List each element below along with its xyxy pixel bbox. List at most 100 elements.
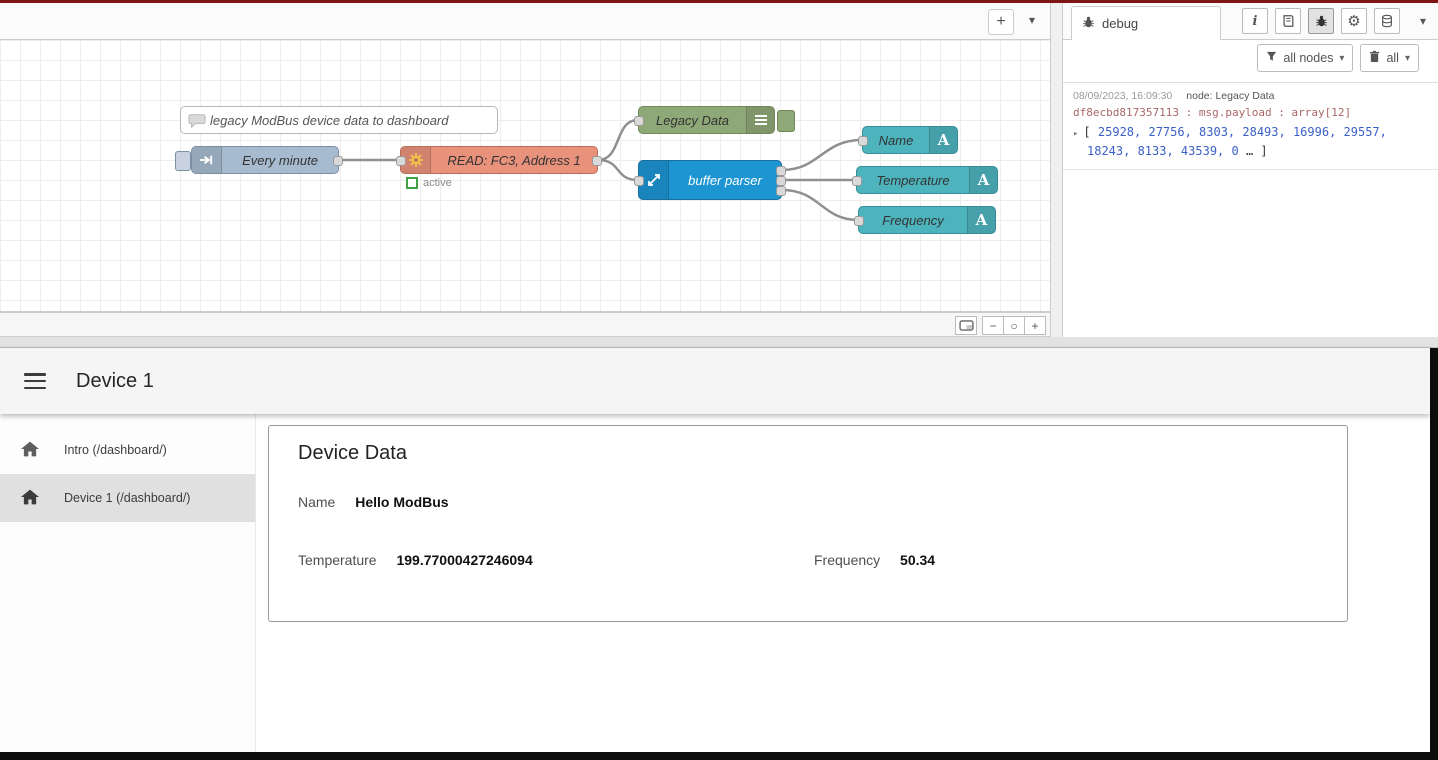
modbus-read-node-label: READ: FC3, Address 1 bbox=[431, 153, 597, 168]
status-text: active bbox=[423, 177, 452, 189]
ui-temperature-input-port[interactable] bbox=[852, 176, 862, 186]
comment-node-label: legacy ModBus device data to dashboard bbox=[206, 113, 497, 128]
navigator-toggle-button[interactable] bbox=[955, 316, 977, 335]
inject-output-port[interactable] bbox=[333, 156, 343, 166]
config-tab-button[interactable]: ⚙ bbox=[1341, 8, 1367, 34]
flow-menu-caret-icon[interactable]: ▾ bbox=[1022, 13, 1042, 27]
dashboard-title: Device 1 bbox=[76, 370, 154, 393]
expand-payload-icon[interactable]: ▸ bbox=[1073, 129, 1078, 139]
help-tab-button[interactable] bbox=[1275, 8, 1301, 34]
sidebar-item-label: Intro (/dashboard/) bbox=[64, 443, 167, 457]
wire bbox=[598, 160, 638, 180]
payload-bracket-close: … ] bbox=[1246, 144, 1268, 158]
ui-text-temperature-node[interactable]: Temperature A bbox=[856, 166, 998, 194]
node-red-screen: + ▾ legacy ModBus device data to dashboa… bbox=[0, 0, 1438, 760]
frequency-field-value: 50.34 bbox=[900, 552, 935, 568]
zoom-in-button[interactable]: + bbox=[1024, 316, 1046, 335]
buffer-parser-node[interactable]: buffer parser bbox=[638, 160, 782, 200]
trash-icon bbox=[1369, 50, 1380, 66]
device-data-card: Device Data Name Hello ModBus Temperatur… bbox=[268, 425, 1348, 622]
status-ring-icon bbox=[406, 177, 418, 189]
text-icon: A bbox=[969, 167, 997, 193]
debug-toolbar: all nodes ▾ all ▾ bbox=[1063, 40, 1438, 76]
chevron-down-icon: ▾ bbox=[1405, 53, 1410, 64]
tab-debug[interactable]: debug bbox=[1071, 6, 1221, 40]
card-title: Device Data bbox=[298, 442, 407, 465]
inject-node-label: Every minute bbox=[222, 153, 338, 168]
debug-message-timestamp: 08/09/2023, 16:09:30 bbox=[1073, 90, 1172, 102]
debug-clear-button[interactable]: all ▾ bbox=[1360, 44, 1419, 72]
dashboard-sidebar: Intro (/dashboard/) Device 1 (/dashboard… bbox=[0, 414, 256, 752]
debug-message-payload[interactable]: ▸[ 25928, 27756, 8303, 28493, 16996, 295… bbox=[1073, 124, 1428, 160]
debug-node[interactable]: Legacy Data bbox=[638, 106, 775, 134]
wire bbox=[598, 120, 638, 160]
home-icon bbox=[20, 488, 40, 509]
zoom-reset-button[interactable]: ○ bbox=[1003, 316, 1025, 335]
comment-node[interactable]: legacy ModBus device data to dashboard bbox=[180, 106, 498, 134]
debug-message[interactable]: 08/09/2023, 16:09:30 node: Legacy Data d… bbox=[1063, 83, 1438, 170]
ui-frequency-input-port[interactable] bbox=[854, 216, 864, 226]
debug-message-path: df8ecbd817357113 : msg.payload : array[1… bbox=[1073, 106, 1428, 119]
buffer-output-port-3[interactable] bbox=[776, 186, 786, 196]
info-tab-button[interactable]: i bbox=[1242, 8, 1268, 34]
ui-text-name-node[interactable]: Name A bbox=[862, 126, 958, 154]
frequency-field: Frequency 50.34 bbox=[814, 552, 935, 568]
tab-debug-label: debug bbox=[1102, 16, 1138, 31]
debug-node-label: Legacy Data bbox=[639, 113, 746, 128]
zoom-out-button[interactable]: − bbox=[982, 316, 1004, 335]
hamburger-menu-icon[interactable] bbox=[24, 373, 46, 389]
buffer-output-port-2[interactable] bbox=[776, 176, 786, 186]
payload-bracket-open: [ bbox=[1083, 125, 1090, 139]
text-icon: A bbox=[929, 127, 957, 153]
temperature-field-label: Temperature bbox=[298, 552, 377, 568]
ui-name-input-port[interactable] bbox=[858, 136, 868, 146]
modbus-output-port[interactable] bbox=[592, 156, 602, 166]
temperature-field-value: 199.77000427246094 bbox=[396, 552, 532, 568]
ui-text-frequency-label: Frequency bbox=[859, 213, 967, 228]
frequency-field-label: Frequency bbox=[814, 552, 880, 568]
modbus-read-node[interactable]: READ: FC3, Address 1 bbox=[400, 146, 598, 174]
ui-text-temperature-label: Temperature bbox=[857, 173, 969, 188]
sidebar-separator[interactable] bbox=[1050, 3, 1063, 337]
inject-node[interactable]: Every minute bbox=[191, 146, 339, 174]
window-frame-bottom bbox=[0, 752, 1438, 760]
sidebar-menu-caret-icon[interactable]: ▾ bbox=[1420, 14, 1426, 28]
context-tab-button[interactable] bbox=[1374, 8, 1400, 34]
sidebar-icon-buttons: i ⚙ bbox=[1242, 8, 1400, 34]
debug-tab-button[interactable] bbox=[1308, 8, 1334, 34]
name-field-label: Name bbox=[298, 494, 335, 510]
debug-toggle-button[interactable] bbox=[777, 110, 795, 132]
buffer-parser-node-label: buffer parser bbox=[669, 173, 781, 188]
debug-list-icon bbox=[746, 107, 774, 133]
debug-input-port[interactable] bbox=[634, 116, 644, 126]
zoom-controls: − ○ + bbox=[955, 316, 1046, 335]
modbus-input-port[interactable] bbox=[396, 156, 406, 166]
text-icon: A bbox=[967, 207, 995, 233]
buffer-output-port-1[interactable] bbox=[776, 166, 786, 176]
inject-trigger-button[interactable] bbox=[175, 151, 191, 171]
wire bbox=[782, 140, 862, 170]
dashboard-main: Device Data Name Hello ModBus Temperatur… bbox=[256, 414, 1430, 752]
buffer-input-port[interactable] bbox=[634, 176, 644, 186]
debug-message-meta: 08/09/2023, 16:09:30 node: Legacy Data bbox=[1073, 90, 1428, 102]
sidebar-tabbar: debug i ⚙ ▾ bbox=[1063, 3, 1438, 40]
home-icon bbox=[20, 440, 40, 461]
workspace-tabbar: + ▾ bbox=[0, 3, 1050, 40]
debug-filter-button[interactable]: all nodes ▾ bbox=[1257, 44, 1353, 72]
funnel-icon bbox=[1266, 51, 1277, 65]
debug-message-list: 08/09/2023, 16:09:30 node: Legacy Data d… bbox=[1063, 82, 1438, 170]
flow-canvas[interactable]: legacy ModBus device data to dashboard E… bbox=[0, 40, 1050, 312]
add-flow-button[interactable]: + bbox=[988, 9, 1014, 35]
inject-icon bbox=[192, 147, 222, 173]
ui-text-name-label: Name bbox=[863, 133, 929, 148]
sidebar-item-intro[interactable]: Intro (/dashboard/) bbox=[0, 426, 255, 474]
sidebar-item-device-1[interactable]: Device 1 (/dashboard/) bbox=[0, 474, 255, 522]
modbus-node-status: active bbox=[406, 177, 452, 189]
window-frame-right bbox=[1430, 348, 1438, 760]
wire bbox=[782, 190, 858, 220]
comment-icon bbox=[188, 113, 206, 128]
sidebar-item-label: Device 1 (/dashboard/) bbox=[64, 491, 190, 505]
ui-text-frequency-node[interactable]: Frequency A bbox=[858, 206, 996, 234]
dashboard-window: Device 1 Intro (/dashboard/) Device 1 (/… bbox=[0, 348, 1438, 760]
name-field-row: Name Hello ModBus bbox=[298, 494, 1318, 510]
